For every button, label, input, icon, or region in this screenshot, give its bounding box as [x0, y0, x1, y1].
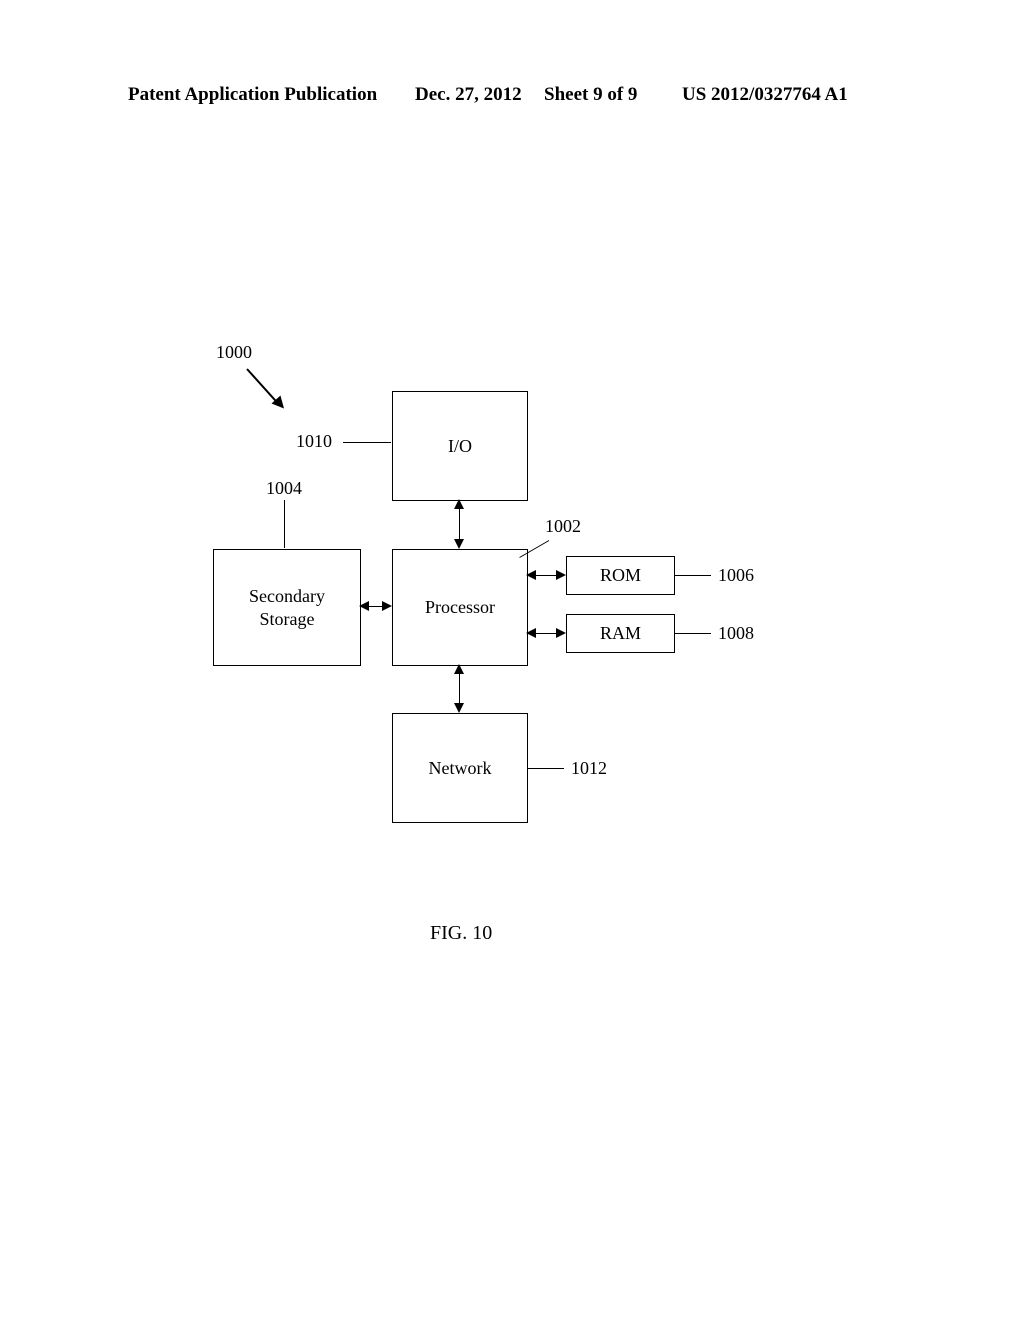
page-root: Patent Application Publication Dec. 27, … — [0, 0, 1024, 1320]
ref-ram-tick — [675, 633, 711, 634]
arrowhead-right-icon — [382, 601, 392, 611]
header-date: Dec. 27, 2012 — [415, 84, 522, 106]
header-publication: Patent Application Publication — [128, 84, 377, 106]
ref-main: 1000 — [216, 342, 252, 363]
ref-processor: 1002 — [545, 516, 581, 537]
ram-label: RAM — [600, 622, 641, 645]
ref-rom-tick — [675, 575, 711, 576]
ref-secondary-tick — [284, 500, 285, 548]
arrowhead-up-icon — [454, 499, 464, 509]
ref-secondary: 1004 — [266, 478, 302, 499]
arrowhead-up-icon — [454, 664, 464, 674]
arrowhead-right-icon — [556, 628, 566, 638]
arrowhead-left-icon — [526, 628, 536, 638]
arrowhead-right-icon — [556, 570, 566, 580]
ref-ram: 1008 — [718, 623, 754, 644]
ref-io-tick — [343, 442, 391, 443]
ram-block: RAM — [566, 614, 675, 653]
rom-block: ROM — [566, 556, 675, 595]
ref-rom: 1006 — [718, 565, 754, 586]
processor-block: Processor — [392, 549, 528, 666]
io-block: I/O — [392, 391, 528, 501]
figure-caption: FIG. 10 — [430, 922, 492, 945]
ref-network-tick — [528, 768, 564, 769]
ref-network: 1012 — [571, 758, 607, 779]
header-sheet: Sheet 9 of 9 — [544, 84, 637, 106]
arrowhead-down-icon — [454, 539, 464, 549]
network-label: Network — [429, 757, 492, 780]
header-pubnumber: US 2012/0327764 A1 — [682, 84, 848, 106]
secondary-storage-block: Secondary Storage — [213, 549, 361, 666]
rom-label: ROM — [600, 564, 641, 587]
processor-label: Processor — [425, 596, 495, 619]
secondary-storage-label: Secondary Storage — [249, 585, 325, 630]
network-block: Network — [392, 713, 528, 823]
arrowhead-left-icon — [526, 570, 536, 580]
arrowhead-left-icon — [359, 601, 369, 611]
ref-io: 1010 — [296, 431, 332, 452]
arrowhead-down-icon — [454, 703, 464, 713]
io-label: I/O — [448, 435, 472, 458]
